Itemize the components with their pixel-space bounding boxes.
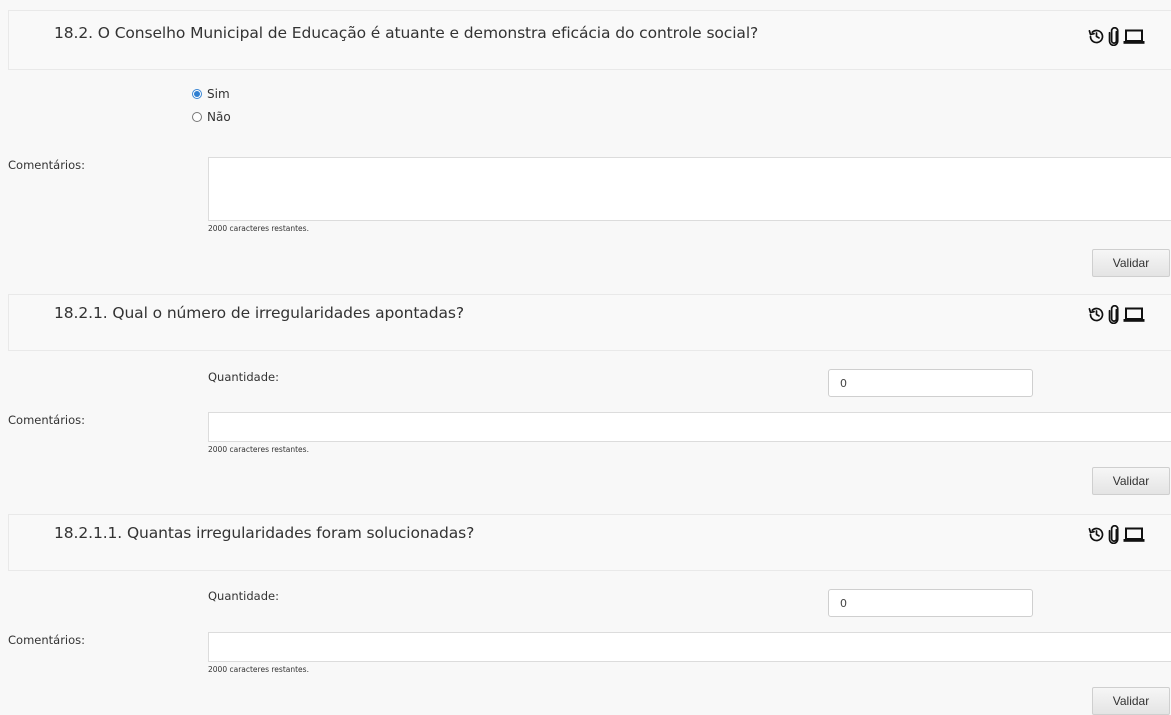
comments-label: Comentários: <box>8 633 86 647</box>
comments-textarea[interactable] <box>208 412 1171 442</box>
history-icon[interactable] <box>1088 28 1105 45</box>
question-title: 18.2.1. Qual o número de irregularidades… <box>54 304 464 322</box>
question-title: 18.2.1.1. Quantas irregularidades foram … <box>54 524 475 542</box>
quantity-input[interactable]: 0 <box>828 589 1033 617</box>
quantity-input[interactable]: 0 <box>828 369 1033 397</box>
history-icon[interactable] <box>1088 306 1105 323</box>
radio-option-sim[interactable]: Sim <box>192 87 230 101</box>
comments-label: Comentários: <box>8 413 86 427</box>
comments-textarea[interactable] <box>208 632 1171 662</box>
question-actions <box>1088 27 1145 46</box>
laptop-icon[interactable] <box>1123 28 1145 45</box>
quantity-label: Quantidade: <box>208 589 279 603</box>
question-title: 18.2. O Conselho Municipal de Educação é… <box>54 24 759 42</box>
char-counter: 2000 caracteres restantes. <box>208 224 309 233</box>
quantity-label: Quantidade: <box>208 370 279 384</box>
validate-button[interactable]: Validar <box>1092 249 1170 277</box>
question-actions <box>1088 525 1145 544</box>
char-counter: 2000 caracteres restantes. <box>208 445 309 454</box>
radio-option-nao[interactable]: Não <box>192 110 231 124</box>
laptop-icon[interactable] <box>1123 526 1145 543</box>
char-counter: 2000 caracteres restantes. <box>208 665 309 674</box>
validate-button[interactable]: Validar <box>1092 467 1170 495</box>
radio-button-nao[interactable] <box>192 112 202 122</box>
laptop-icon[interactable] <box>1123 306 1145 323</box>
question-actions <box>1088 305 1145 324</box>
comments-label: Comentários: <box>8 158 86 172</box>
paperclip-icon[interactable] <box>1108 525 1120 544</box>
question-header: 18.2. O Conselho Municipal de Educação é… <box>8 10 1171 70</box>
question-header: 18.2.1. Qual o número de irregularidades… <box>8 294 1171 351</box>
radio-label-sim: Sim <box>207 87 230 101</box>
validate-button[interactable]: Validar <box>1092 687 1170 715</box>
radio-label-nao: Não <box>207 110 231 124</box>
comments-textarea[interactable] <box>208 157 1171 221</box>
history-icon[interactable] <box>1088 526 1105 543</box>
question-header: 18.2.1.1. Quantas irregularidades foram … <box>8 514 1171 571</box>
paperclip-icon[interactable] <box>1108 27 1120 46</box>
paperclip-icon[interactable] <box>1108 305 1120 324</box>
radio-button-sim[interactable] <box>192 89 202 99</box>
